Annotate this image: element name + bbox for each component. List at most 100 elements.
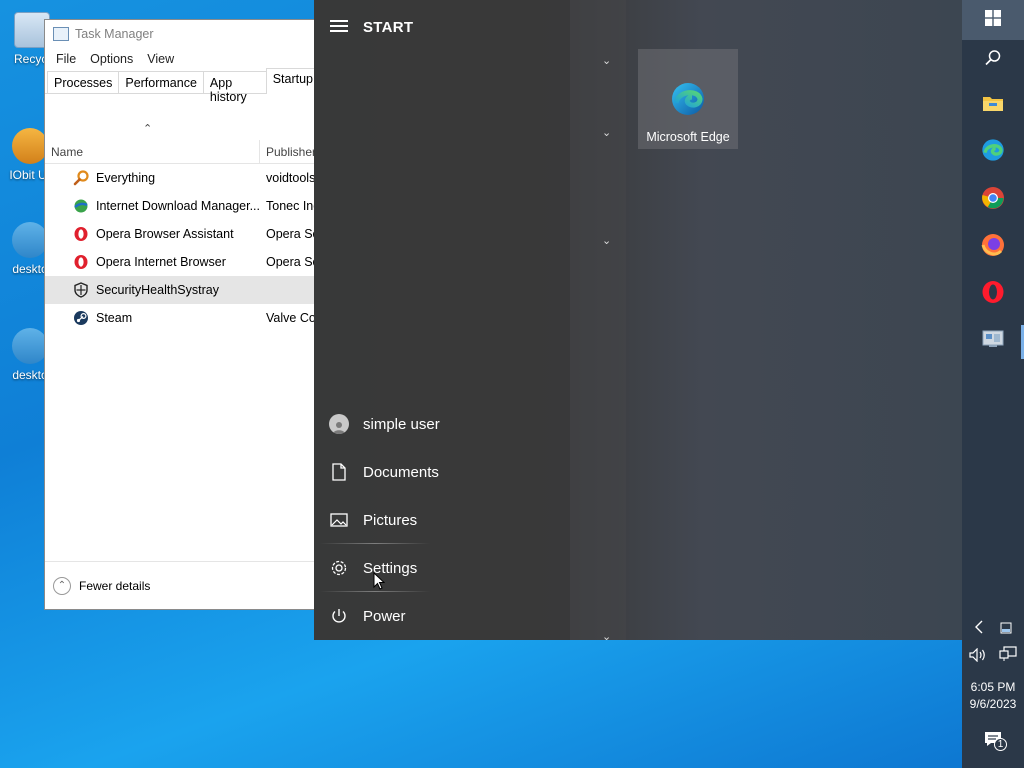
table-row[interactable]: Opera Browser Assistant Opera Software — [45, 220, 319, 248]
tile-microsoft-edge[interactable]: Microsoft Edge — [638, 49, 738, 149]
start-item-label: Power — [363, 607, 406, 625]
user-avatar-icon — [324, 409, 354, 439]
opera-icon — [73, 254, 89, 270]
row-name: Internet Download Manager... — [96, 199, 260, 213]
tab-strip: Processes Performance App history Startu… — [45, 68, 320, 104]
file-explorer-icon — [982, 94, 1004, 117]
clock[interactable]: 6:05 PM 9/6/2023 — [962, 679, 1024, 713]
taskbar-opera[interactable] — [962, 271, 1024, 317]
task-manager-icon — [53, 27, 69, 41]
show-hidden-icons-chevron-icon[interactable] — [974, 620, 984, 637]
document-icon — [324, 457, 354, 487]
start-item-label: Settings — [363, 559, 418, 577]
column-header-publisher[interactable]: Publisher — [260, 145, 316, 159]
magnifier-icon — [73, 170, 89, 186]
search-button[interactable] — [962, 37, 1024, 83]
windows-start-icon — [985, 9, 1001, 31]
opera-icon — [73, 226, 89, 242]
table-row[interactable]: Internet Download Manager... Tonec Inc. — [45, 192, 319, 220]
gear-icon — [324, 553, 354, 583]
iobit-icon — [12, 128, 48, 164]
chevron-down-icon[interactable]: ⌄ — [602, 126, 611, 139]
table-row[interactable]: Opera Internet Browser Opera Software — [45, 248, 319, 276]
row-name: Everything — [96, 171, 156, 185]
app-list-pane — [570, 0, 626, 640]
menu-options[interactable]: Options — [83, 52, 140, 66]
start-item-settings[interactable]: Settings — [324, 546, 564, 590]
chevron-down-icon[interactable]: ⌄ — [602, 630, 611, 643]
fewer-details-label: Fewer details — [79, 578, 151, 593]
taskbar-file-explorer[interactable] — [962, 82, 1024, 128]
volume-icon[interactable] — [969, 647, 987, 665]
taskbar-chrome[interactable] — [962, 177, 1024, 223]
chevron-down-icon[interactable]: ⌄ — [602, 234, 611, 247]
chevron-up-icon: ⌃ — [53, 576, 71, 595]
clock-time: 6:05 PM — [970, 680, 1016, 694]
system-tray-icons — [962, 620, 1024, 637]
mouse-cursor-icon — [373, 571, 386, 595]
gear-file-icon — [12, 222, 48, 258]
menu-file[interactable]: File — [49, 52, 83, 66]
power-icon — [324, 601, 354, 631]
start-item-user[interactable]: simple user — [324, 402, 564, 446]
fewer-details-button[interactable]: ⌃ Fewer details — [45, 561, 319, 609]
opera-icon — [981, 280, 1005, 309]
idm-globe-icon — [73, 198, 89, 214]
network-icon[interactable] — [999, 646, 1017, 665]
table-row-selected[interactable]: SecurityHealthSystray — [45, 276, 319, 304]
tray-status-row — [962, 646, 1024, 665]
row-publisher: Tonec Inc. — [266, 199, 316, 213]
row-name: Opera Browser Assistant — [96, 227, 234, 241]
row-publisher: Valve Corporation — [266, 311, 316, 325]
row-publisher: Opera Software — [266, 227, 316, 241]
sort-caret-icon: ⌃ — [143, 123, 153, 135]
edge-icon — [981, 138, 1005, 167]
edge-icon — [670, 81, 706, 117]
tablet-mode-icon[interactable] — [1000, 622, 1012, 637]
chrome-icon — [981, 186, 1005, 215]
notification-icon: 1 — [983, 729, 1007, 752]
control-panel-icon — [982, 329, 1004, 354]
tab-app-history[interactable]: App history — [202, 71, 267, 104]
start-button[interactable] — [962, 0, 1024, 40]
menu-view[interactable]: View — [140, 52, 181, 66]
notification-count-badge: 1 — [994, 738, 1007, 751]
table-row[interactable]: Everything voidtools — [45, 164, 319, 192]
table-row[interactable]: Steam Valve Corporation — [45, 304, 319, 332]
task-manager-window[interactable]: Task Manager File Options View Processes… — [44, 19, 320, 610]
start-menu: START ⌄ ⌄ ⌄ ⌄ Microsoft Edge simple user… — [314, 0, 962, 643]
title-bar[interactable]: Task Manager — [45, 20, 319, 48]
row-publisher: voidtools — [266, 171, 316, 185]
start-item-pictures[interactable]: Pictures — [324, 498, 564, 542]
row-name: Steam — [96, 311, 133, 325]
tab-performance[interactable]: Performance — [118, 71, 204, 93]
start-item-documents[interactable]: Documents — [324, 450, 564, 494]
pictures-icon — [324, 505, 354, 535]
chevron-down-icon[interactable]: ⌄ — [602, 54, 611, 67]
taskbar: 6:05 PM 9/6/2023 1 — [962, 0, 1024, 768]
tab-processes[interactable]: Processes — [47, 71, 120, 93]
menu-bar: File Options View — [45, 48, 319, 70]
row-name: SecurityHealthSystray — [96, 283, 219, 297]
row-publisher: Opera Software — [266, 255, 316, 269]
divider — [320, 543, 430, 544]
hamburger-menu-icon[interactable] — [330, 20, 348, 35]
start-item-label: simple user — [363, 415, 440, 433]
firefox-icon — [981, 233, 1005, 262]
start-item-label: Pictures — [363, 511, 418, 529]
column-header-name[interactable]: Name — [45, 140, 260, 163]
taskbar-firefox[interactable] — [962, 224, 1024, 270]
start-title: START — [363, 19, 414, 36]
start-nav-pane — [314, 0, 570, 640]
taskbar-edge[interactable] — [962, 129, 1024, 175]
taskbar-control-panel[interactable] — [962, 318, 1024, 364]
start-item-power[interactable]: Power — [324, 594, 564, 638]
row-name: Opera Internet Browser — [96, 255, 226, 269]
tab-startup[interactable]: Startup — [265, 68, 320, 94]
shield-icon — [73, 282, 89, 298]
search-icon — [984, 49, 1002, 72]
window-title: Task Manager — [75, 27, 154, 41]
column-headers: Name Publisher — [45, 140, 319, 164]
tile-label: Microsoft Edge — [646, 130, 730, 144]
action-center-button[interactable]: 1 — [962, 729, 1024, 752]
